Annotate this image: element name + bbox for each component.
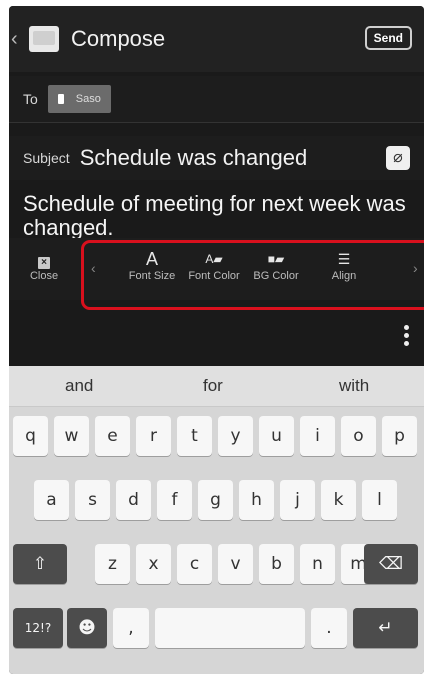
phone-screen: ‹ Compose Send To Saso Subject Schedule … bbox=[9, 6, 424, 674]
shift-icon: ⇧ bbox=[32, 554, 48, 574]
keyboard: and for with q w e r t y u i o p a s d f… bbox=[9, 366, 424, 674]
key-s[interactable]: s bbox=[75, 480, 110, 520]
format-close-button[interactable]: × Close bbox=[9, 248, 79, 282]
key-c[interactable]: c bbox=[177, 544, 212, 584]
key-n[interactable]: n bbox=[300, 544, 335, 584]
key-k[interactable]: k bbox=[321, 480, 356, 520]
subject-field[interactable]: Schedule was changed bbox=[80, 145, 308, 171]
format-close-label: Close bbox=[29, 270, 59, 282]
back-icon[interactable]: ‹ bbox=[11, 28, 27, 51]
key-l[interactable]: l bbox=[362, 480, 397, 520]
key-p[interactable]: p bbox=[382, 416, 417, 456]
key-f[interactable]: f bbox=[157, 480, 192, 520]
enter-icon: ↵ bbox=[378, 618, 393, 638]
backspace-key[interactable]: ⌫ bbox=[364, 544, 418, 584]
app-bar: ‹ Compose Send bbox=[9, 6, 424, 72]
key-y[interactable]: y bbox=[218, 416, 253, 456]
key-e[interactable]: e bbox=[95, 416, 130, 456]
key-d[interactable]: d bbox=[116, 480, 151, 520]
emoji-key[interactable]: ☻ bbox=[67, 608, 107, 648]
enter-key[interactable]: ↵ bbox=[353, 608, 418, 648]
period-key[interactable]: . bbox=[311, 608, 347, 648]
to-label: To bbox=[23, 91, 38, 107]
key-j[interactable]: j bbox=[280, 480, 315, 520]
key-r[interactable]: r bbox=[136, 416, 171, 456]
comma-key[interactable]: , bbox=[113, 608, 149, 648]
subject-row[interactable]: Subject Schedule was changed ⌀ bbox=[9, 136, 424, 180]
key-b[interactable]: b bbox=[259, 544, 294, 584]
recipient-name: Saso bbox=[75, 93, 101, 105]
key-t[interactable]: t bbox=[177, 416, 212, 456]
mail-app-icon[interactable] bbox=[29, 26, 59, 52]
key-h[interactable]: h bbox=[239, 480, 274, 520]
contact-icon bbox=[57, 94, 64, 104]
close-icon: × bbox=[38, 257, 50, 269]
backspace-icon: ⌫ bbox=[378, 554, 404, 574]
key-q[interactable]: q bbox=[13, 416, 48, 456]
subject-label: Subject bbox=[23, 150, 70, 166]
recipient-chip[interactable]: Saso bbox=[47, 85, 111, 113]
suggestion-3[interactable]: with bbox=[339, 376, 369, 396]
key-z[interactable]: z bbox=[95, 544, 130, 584]
emoji-icon: ☻ bbox=[78, 618, 96, 638]
suggestion-bar: and for with bbox=[9, 366, 424, 407]
key-a[interactable]: a bbox=[34, 480, 69, 520]
suggestion-1[interactable]: and bbox=[65, 376, 93, 396]
toolbar-highlight-box bbox=[81, 240, 424, 310]
key-o[interactable]: o bbox=[341, 416, 376, 456]
suggestion-2[interactable]: for bbox=[203, 376, 223, 396]
shift-key[interactable]: ⇧ bbox=[13, 544, 67, 584]
key-v[interactable]: v bbox=[218, 544, 253, 584]
symbols-key[interactable]: 12!? bbox=[13, 608, 63, 648]
page-title: Compose bbox=[71, 26, 166, 51]
send-button[interactable]: Send bbox=[364, 26, 412, 50]
key-i[interactable]: i bbox=[300, 416, 335, 456]
attach-icon[interactable]: ⌀ bbox=[386, 146, 410, 170]
more-options-icon[interactable] bbox=[404, 322, 410, 349]
to-row: To Saso bbox=[9, 76, 424, 123]
key-g[interactable]: g bbox=[198, 480, 233, 520]
message-body[interactable]: Schedule of meeting for next week was ch… bbox=[23, 192, 415, 240]
key-x[interactable]: x bbox=[136, 544, 171, 584]
key-u[interactable]: u bbox=[259, 416, 294, 456]
space-key[interactable] bbox=[155, 608, 305, 648]
key-w[interactable]: w bbox=[54, 416, 89, 456]
